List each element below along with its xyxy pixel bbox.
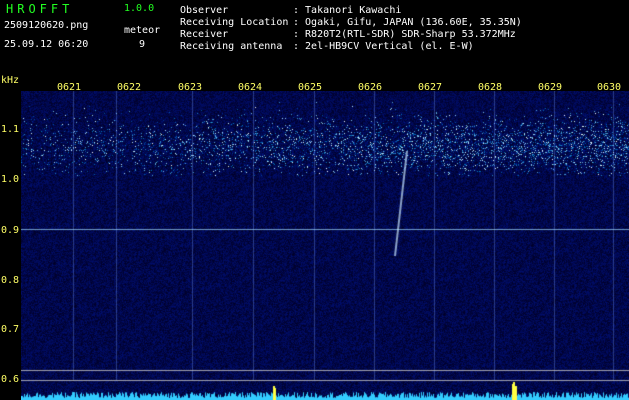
app-title: HROFFT: [6, 2, 74, 16]
info-label-antenna: Receiving antenna: [180, 41, 283, 52]
freq-tick: 1.0: [1, 174, 20, 185]
info-value-receiver: : R820T2(RTL-SDR) SDR-Sharp 53.372MHz: [293, 29, 516, 40]
info-label-observer: Observer: [180, 5, 229, 16]
info-label-location: Receiving Location: [180, 17, 289, 28]
info-value-observer: : Takanori Kawachi: [293, 5, 402, 16]
freq-tick: 0.6: [1, 374, 20, 385]
hrofft-screen: HROFFT 1.0.0 2509120620.png 25.09.12 06:…: [0, 0, 629, 400]
meteor-label: meteor: [124, 25, 161, 36]
file-name: 2509120620.png: [4, 20, 89, 31]
info-value-location: : Ogaki, Gifu, JAPAN (136.60E, 35.35N): [293, 17, 522, 28]
info-value-antenna: : 2el-HB9CV Vertical (el. E-W): [293, 41, 474, 52]
info-label-receiver: Receiver: [180, 29, 229, 40]
spectrogram-plot: [21, 91, 629, 400]
freq-tick: 0.9: [1, 225, 20, 236]
app-version: 1.0.0: [124, 3, 155, 14]
freq-tick: 1.1: [1, 124, 20, 135]
timestamp: 25.09.12 06:20: [4, 39, 89, 50]
freq-tick: 0.8: [1, 275, 20, 286]
meteor-count: 9: [139, 39, 146, 50]
freq-unit-label: kHz: [1, 75, 20, 86]
freq-tick: 0.7: [1, 324, 20, 335]
